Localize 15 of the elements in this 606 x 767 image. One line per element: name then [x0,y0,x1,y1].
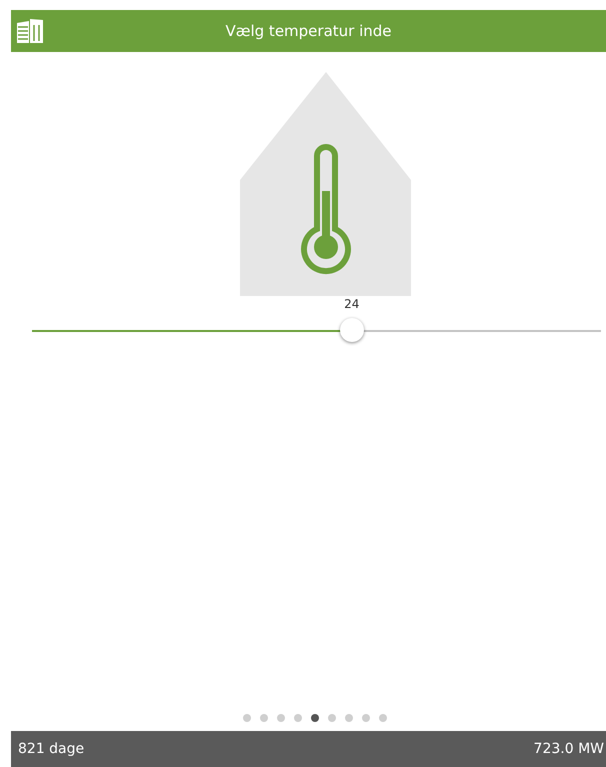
page-dot[interactable] [242,714,250,722]
slider-thumb[interactable] [340,318,364,342]
slider-value: 24 [344,297,360,311]
days-count: 821 dage [18,741,84,757]
building-icon[interactable] [15,17,45,45]
page-dot[interactable] [362,714,370,722]
page-dot[interactable] [310,714,318,722]
page-dot[interactable] [260,714,268,722]
page-dot[interactable] [328,714,336,722]
energy-reading: 723.0 MW [534,741,604,757]
header-title: Vælg temperatur inde [225,22,392,40]
page-dot[interactable] [276,714,284,722]
page-dot[interactable] [378,714,386,722]
page-dot[interactable] [294,714,302,722]
page-dot[interactable] [344,714,352,722]
